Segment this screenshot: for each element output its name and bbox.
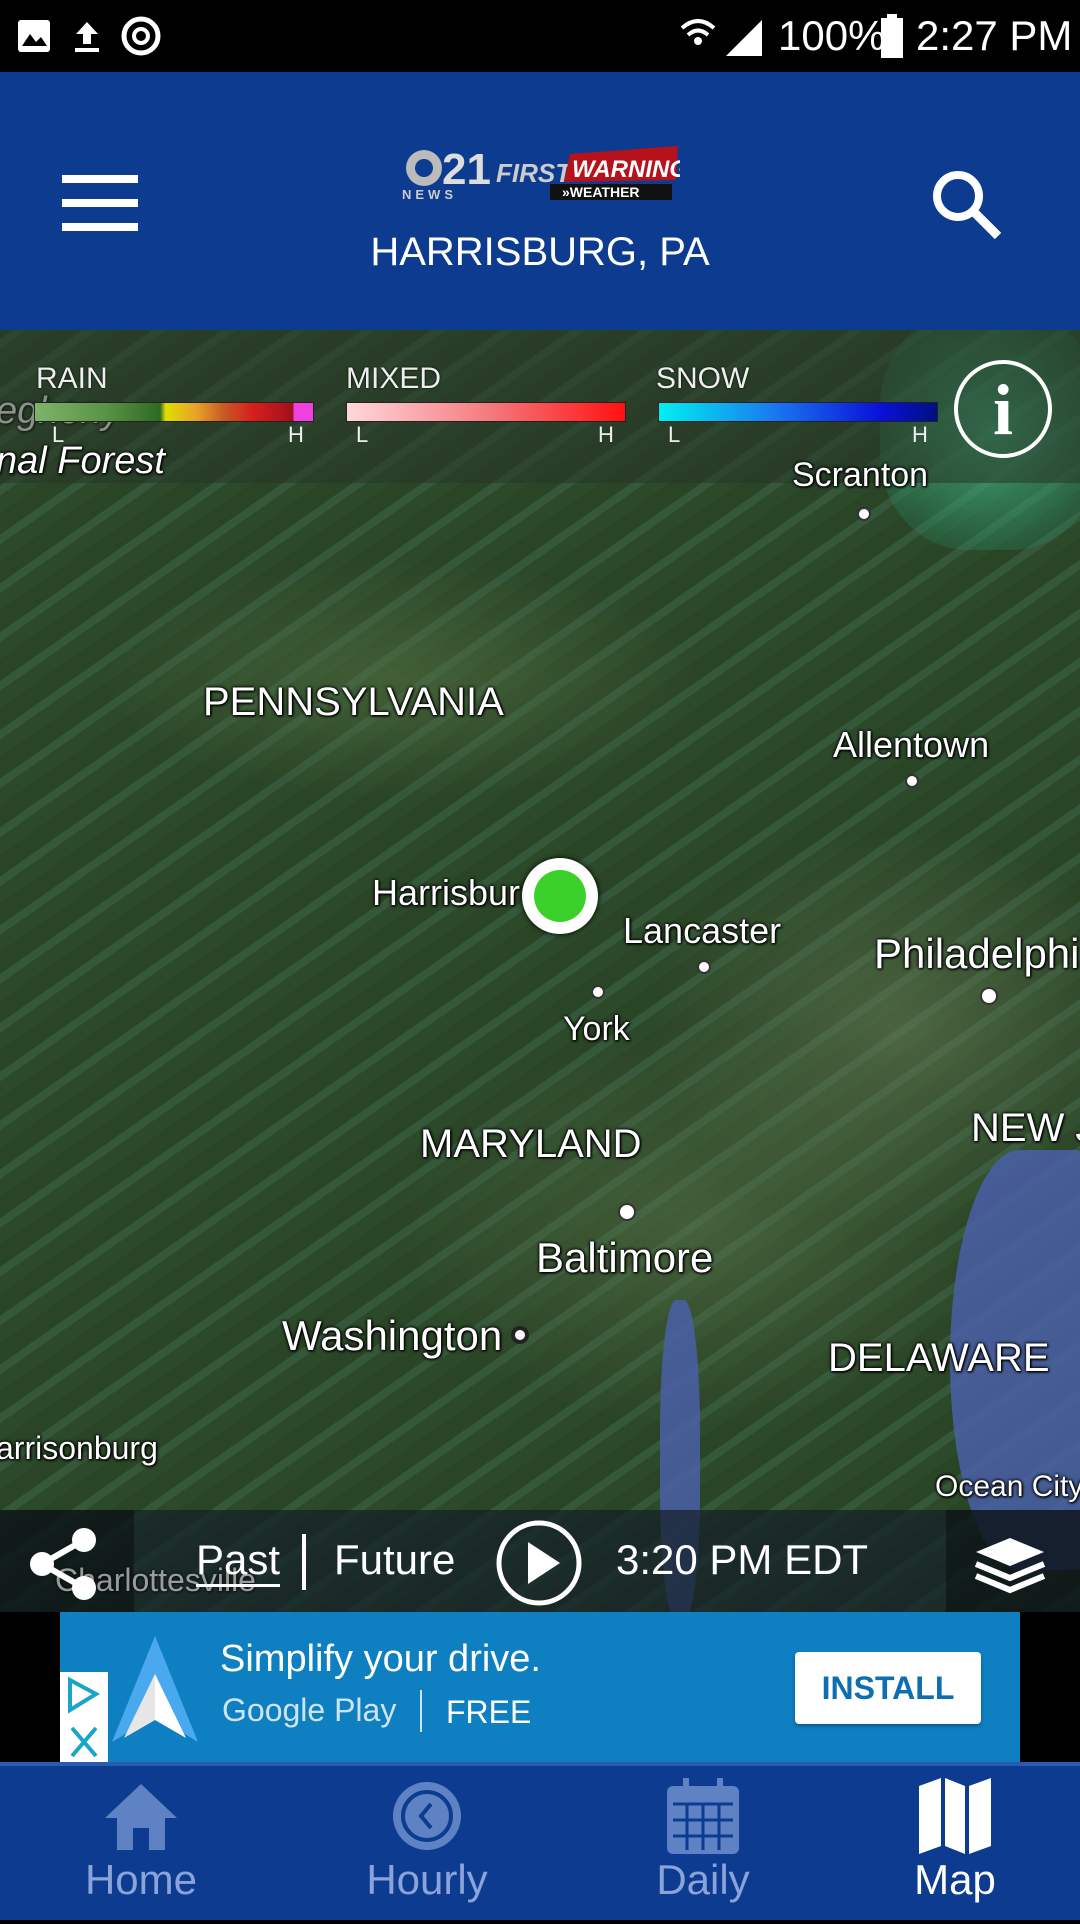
svg-text:»WEATHER: »WEATHER (562, 184, 640, 200)
ad-headline: Simplify your drive. (220, 1638, 541, 1680)
svg-text:NEWS: NEWS (402, 187, 457, 200)
ad-price: FREE (446, 1694, 532, 1730)
map-icon (919, 1778, 991, 1854)
map-label: Scranton (792, 456, 929, 494)
mixed-scale (346, 402, 626, 422)
svg-text:WARNING: WARNING (572, 156, 680, 183)
info-icon[interactable]: i (954, 360, 1052, 458)
legend-high: H (598, 422, 614, 447)
map-label: NEW J (971, 1106, 1080, 1150)
nav-label: Home (84, 1856, 198, 1903)
map-label: Harrisbur (372, 872, 521, 913)
map-label: York (563, 1010, 630, 1048)
install-button[interactable]: INSTALL (795, 1652, 981, 1724)
map-label: Lancaster (623, 910, 782, 951)
sync-icon (121, 16, 161, 56)
location-marker[interactable] (522, 858, 598, 934)
nav-label: Map (914, 1856, 996, 1903)
map-label: Philadelphi (874, 930, 1080, 977)
map-label: nal Forest (0, 440, 165, 482)
map-label: PENNSYLVANIA (203, 680, 504, 724)
map-label: Ocean City (935, 1470, 1080, 1503)
legend-high: H (288, 422, 304, 447)
map-label: arrisonburg (0, 1430, 158, 1466)
share-icon[interactable] (26, 1526, 102, 1602)
rain-scale (34, 402, 314, 422)
app-header: 21 NEWS FIRST WARNING »WEATHER HARRISBURG, P… (0, 72, 1080, 330)
ad-store: Google Play (222, 1692, 397, 1728)
map-label: Baltimore (536, 1234, 714, 1281)
home-icon (105, 1784, 177, 1850)
future-tab[interactable]: Future (334, 1536, 455, 1584)
legend-low: L (356, 422, 369, 447)
clock-icon (393, 1782, 461, 1850)
city-dot (905, 774, 919, 788)
nav-home[interactable]: Home (6, 1766, 276, 1924)
city-dot (980, 987, 998, 1005)
hamburger-icon[interactable] (62, 175, 140, 231)
signal-icon (726, 20, 762, 56)
city-dot (511, 1326, 529, 1344)
snow-scale (658, 402, 938, 422)
legend-low: L (668, 422, 681, 447)
playback-bar: Charlottesville Past Future 3:20 PM EDT (0, 1510, 1080, 1612)
battery-icon (881, 14, 903, 58)
city-dot (618, 1203, 636, 1221)
clock: 2:27 PM (916, 12, 1073, 59)
adchoices-icon[interactable] (60, 1672, 108, 1762)
wifi-icon (680, 19, 716, 45)
nav-map[interactable]: Map (820, 1766, 1080, 1924)
layers-icon[interactable] (970, 1534, 1050, 1594)
nav-label: Hourly (366, 1856, 488, 1903)
map-label: Washington (282, 1312, 503, 1359)
bottom-nav: Home Hourly Daily Map (0, 1762, 1080, 1920)
upload-icon (75, 22, 99, 52)
nav-hourly[interactable]: Hourly (292, 1766, 562, 1924)
station-logo: 21 NEWS FIRST WARNING »WEATHER (400, 144, 688, 202)
timestamp: 3:20 PM EDT (616, 1536, 869, 1583)
play-icon[interactable] (494, 1518, 584, 1608)
battery-percent: 100% (778, 12, 886, 59)
nav-label: Daily (656, 1856, 750, 1903)
ad-banner[interactable]: Simplify your drive. Google Play FREE IN… (60, 1612, 1020, 1762)
divider (420, 1690, 422, 1732)
location-title[interactable]: HARRISBURG, PA (0, 230, 1080, 275)
status-bar: 100% 2:27 PM (0, 0, 1080, 72)
past-tab[interactable]: Past (196, 1536, 281, 1587)
legend-rain-label: RAIN (36, 362, 108, 395)
legend-snow-label: SNOW (656, 362, 750, 395)
android-auto-icon (112, 1636, 198, 1742)
map-label: Allentown (833, 724, 990, 765)
city-dot (857, 507, 871, 521)
search-icon[interactable] (928, 166, 1004, 242)
city-dot (697, 960, 711, 974)
adchoices[interactable] (60, 1672, 108, 1762)
map-label: MARYLAND (420, 1122, 642, 1166)
map-label: DELAWARE (828, 1336, 1050, 1380)
city-dot (591, 985, 605, 999)
image-icon (18, 20, 50, 52)
divider (302, 1534, 306, 1590)
legend-high: H (912, 422, 928, 447)
nav-daily[interactable]: Daily (568, 1766, 838, 1924)
calendar-icon (667, 1778, 739, 1854)
legend-mixed-label: MIXED (346, 362, 442, 395)
